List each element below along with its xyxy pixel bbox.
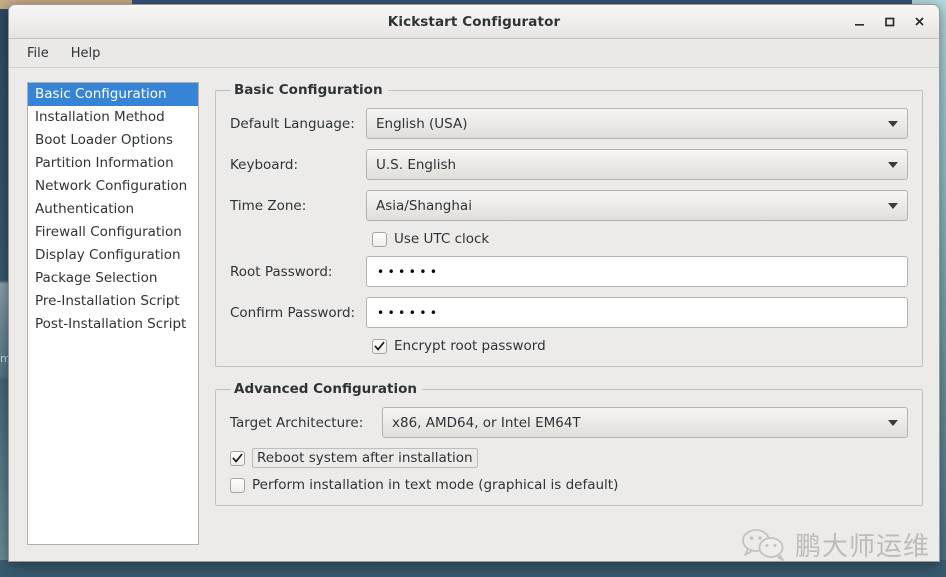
reboot-after-install-row[interactable]: Reboot system after installation (230, 448, 908, 468)
confirm-password-input[interactable]: •••••• (366, 297, 908, 328)
reboot-after-install-label: Reboot system after installation (252, 448, 478, 468)
chevron-down-icon (888, 161, 898, 168)
sidebar-item-pre-installation-script[interactable]: Pre-Installation Script (28, 290, 198, 313)
window-content: Basic Configuration Installation Method … (9, 68, 939, 561)
root-password-value: •••••• (377, 264, 441, 279)
sidebar-item-package-selection[interactable]: Package Selection (28, 267, 198, 290)
sidebar-item-installation-method[interactable]: Installation Method (28, 106, 198, 129)
menu-item-file[interactable]: File (17, 43, 59, 64)
sidebar-item-basic-configuration[interactable]: Basic Configuration (28, 83, 198, 106)
sidebar-item-firewall-configuration[interactable]: Firewall Configuration (28, 221, 198, 244)
basic-configuration-legend: Basic Configuration (234, 82, 383, 98)
default-language-value: English (USA) (376, 115, 468, 132)
time-zone-row: Time Zone: Asia/Shanghai (230, 190, 908, 221)
window-controls (845, 5, 933, 38)
root-password-row: Root Password: •••••• (230, 256, 908, 287)
chevron-down-icon (888, 419, 898, 426)
sidebar-item-boot-loader-options[interactable]: Boot Loader Options (28, 129, 198, 152)
settings-panels: Basic Configuration Default Language: En… (215, 82, 923, 545)
keyboard-combobox[interactable]: U.S. English (366, 149, 908, 180)
desktop-bottom-strip (0, 560, 946, 577)
target-architecture-row: Target Architecture: x86, AMD64, or Inte… (230, 407, 908, 438)
encrypt-root-password-row[interactable]: Encrypt root password (230, 338, 908, 354)
time-zone-combobox[interactable]: Asia/Shanghai (366, 190, 908, 221)
text-mode-install-row[interactable]: Perform installation in text mode (graph… (230, 477, 908, 493)
default-language-row: Default Language: English (USA) (230, 108, 908, 139)
target-architecture-label: Target Architecture: (230, 414, 364, 431)
window-title: Kickstart Configurator (387, 13, 561, 30)
confirm-password-label: Confirm Password: (230, 304, 356, 321)
advanced-configuration-legend: Advanced Configuration (234, 381, 417, 397)
sidebar-item-partition-information[interactable]: Partition Information (28, 152, 198, 175)
target-architecture-combobox[interactable]: x86, AMD64, or Intel EM64T (382, 407, 908, 438)
sidebar-item-display-configuration[interactable]: Display Configuration (28, 244, 198, 267)
title-bar[interactable]: Kickstart Configurator (9, 5, 939, 39)
close-button[interactable] (905, 9, 933, 35)
default-language-label: Default Language: (230, 115, 355, 132)
text-mode-install-checkbox[interactable] (230, 477, 245, 493)
use-utc-clock-label: Use UTC clock (394, 231, 490, 247)
time-zone-value: Asia/Shanghai (376, 197, 472, 214)
chevron-down-icon (888, 202, 898, 209)
maximize-button[interactable] (875, 9, 903, 35)
use-utc-clock-checkbox[interactable] (372, 231, 387, 247)
time-zone-label: Time Zone: (230, 197, 307, 214)
navigation-sidebar[interactable]: Basic Configuration Installation Method … (27, 82, 199, 545)
keyboard-value: U.S. English (376, 156, 457, 173)
encrypt-root-password-label: Encrypt root password (394, 338, 546, 354)
confirm-password-row: Confirm Password: •••••• (230, 297, 908, 328)
minimize-button[interactable] (845, 9, 873, 35)
keyboard-row: Keyboard: U.S. English (230, 149, 908, 180)
target-architecture-value: x86, AMD64, or Intel EM64T (392, 414, 581, 431)
menu-item-help[interactable]: Help (61, 43, 111, 64)
keyboard-label: Keyboard: (230, 156, 299, 173)
chevron-down-icon (888, 120, 898, 127)
text-mode-install-label: Perform installation in text mode (graph… (252, 477, 619, 493)
sidebar-item-post-installation-script[interactable]: Post-Installation Script (28, 313, 198, 336)
encrypt-root-password-checkbox[interactable] (372, 338, 387, 354)
menu-bar: File Help (9, 39, 939, 68)
application-window: Kickstart Configurator File Help Basic C… (8, 4, 940, 562)
use-utc-clock-row[interactable]: Use UTC clock (230, 231, 908, 247)
confirm-password-value: •••••• (377, 305, 441, 320)
basic-configuration-group: Basic Configuration Default Language: En… (215, 82, 923, 367)
root-password-label: Root Password: (230, 263, 333, 280)
reboot-after-install-checkbox[interactable] (230, 450, 245, 466)
default-language-combobox[interactable]: English (USA) (366, 108, 908, 139)
sidebar-item-authentication[interactable]: Authentication (28, 198, 198, 221)
root-password-input[interactable]: •••••• (366, 256, 908, 287)
advanced-configuration-group: Advanced Configuration Target Architectu… (215, 381, 923, 506)
sidebar-item-network-configuration[interactable]: Network Configuration (28, 175, 198, 198)
